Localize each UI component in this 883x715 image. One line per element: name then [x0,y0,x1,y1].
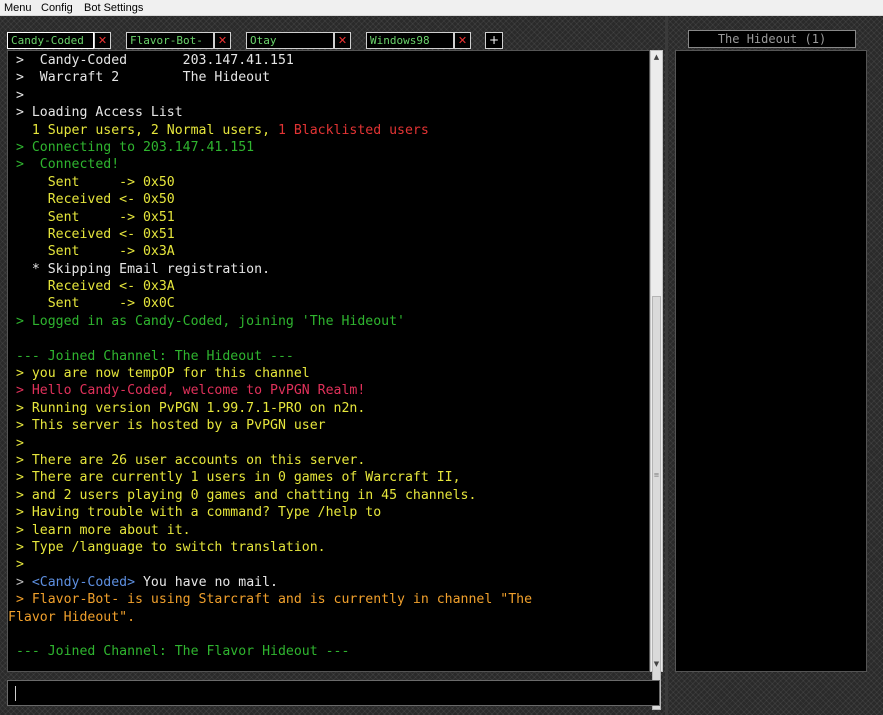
chat-segment: > Type /language to switch translation. [8,539,326,555]
chat-line: > Having trouble with a command? Type /h… [8,504,649,521]
chat-line: > Connected! [8,156,649,173]
chat-line: 1 Super users, 2 Normal users, 1 Blackli… [8,122,649,139]
chat-line: > There are currently 1 users in 0 games… [8,469,649,486]
chat-segment: <Candy-Coded> [31,574,136,590]
text-caret [15,686,16,701]
scroll-down-icon[interactable]: ▼ [651,658,662,671]
chat-segment: > Having trouble with a command? Type /h… [8,505,382,521]
chat-line: Sent -> 0x3A [8,243,649,260]
user-list[interactable] [675,50,867,672]
chat-line: Sent -> 0x50 [8,174,649,191]
chat-segment: Sent -> 0x0C [8,296,175,312]
chat-segment: > and 2 users playing 0 games and chatti… [8,487,477,503]
chat-segment: Sent -> 0x50 [8,174,175,190]
chat-segment: > Logged in as Candy-Coded, joining 'The… [8,313,405,329]
chat-segment: --- Joined Channel: The Hideout --- [8,348,294,364]
chat-segment: You have no mail. [135,574,278,590]
chat-segment: > There are currently 1 users in 0 games… [8,470,461,486]
chat-line: > Hello Candy-Coded, welcome to PvPGN Re… [8,382,649,399]
chat-line: * Skipping Email registration. [8,261,649,278]
chat-segment: Received <- 0x51 [8,226,175,242]
message-input[interactable] [7,680,660,706]
chat-line: > There are 26 user accounts on this ser… [8,452,649,469]
close-icon[interactable]: ✕ [334,32,351,49]
chat-log[interactable]: > Candy-Coded 203.147.41.151 > Warcraft … [7,50,650,672]
chat-segment: > [8,435,24,451]
chat-line: > [8,435,649,452]
chat-scrollbar[interactable]: ▲ ≡ ▼ [650,50,663,710]
chat-segment: 1 Super users, 2 Normal users, [8,122,278,138]
chat-line: > Flavor-Bot- is using Starcraft and is … [8,591,649,608]
chat-segment: Sent -> 0x3A [8,244,175,260]
chat-segment: --- Joined Channel: The Flavor Hideout -… [8,644,350,660]
chat-line: > Warcraft 2 The Hideout [8,69,649,86]
chat-line: > Connecting to 203.147.41.151 [8,139,649,156]
chat-segment: > [8,87,24,103]
close-icon[interactable]: ✕ [214,32,231,49]
chat-line: > <Candy-Coded> You have no mail. [8,574,649,591]
chat-line: > learn more about it. [8,522,649,539]
chat-segment: > Hello Candy-Coded, welcome to PvPGN Re… [8,383,366,399]
scroll-up-icon[interactable]: ▲ [651,51,662,64]
chat-line: > and 2 users playing 0 games and chatti… [8,487,649,504]
chat-segment: > This server is hosted by a PvPGN user [8,418,326,434]
pane-divider[interactable] [665,16,668,715]
scrollbar-thumb[interactable]: ≡ [652,296,661,710]
add-tab-button[interactable]: + [485,32,503,49]
menu-item-menu[interactable]: Menu [4,2,32,14]
chat-line: > [8,556,649,573]
chat-segment: > learn more about it. [8,522,191,538]
menu-item-config[interactable]: Config [41,2,73,14]
chat-segment: > Flavor-Bot- is using Starcraft and is … [8,592,533,608]
channel-tab[interactable]: The Hideout (1) [688,30,856,48]
chat-segment: > Candy-Coded 203.147.41.151 [8,53,294,68]
chat-line: > Type /language to switch translation. [8,539,649,556]
chat-segment: * Skipping Email registration. [8,261,271,277]
tab-otay[interactable]: Otay [246,32,334,49]
chat-line [8,330,649,347]
chat-segment: > Connecting to 203.147.41.151 [8,139,255,155]
chat-segment: > Running version PvPGN 1.99.7.1-PRO on … [8,400,366,416]
chat-line: Received <- 0x51 [8,226,649,243]
menu-item-bot-settings[interactable]: Bot Settings [84,2,143,14]
chat-segment: 1 Blacklisted users [277,122,429,138]
chat-line: --- Joined Channel: The Flavor Hideout -… [8,643,649,660]
chat-line: > Logged in as Candy-Coded, joining 'The… [8,313,649,330]
chat-line: Sent -> 0x51 [8,209,649,226]
chat-line: > [8,87,649,104]
chat-line: Received <- 0x3A [8,278,649,295]
chat-segment: Flavor Hideout". [8,609,136,625]
chat-line: > you are now tempOP for this channel [8,365,649,382]
chat-line: > This server is hosted by a PvPGN user [8,417,649,434]
chat-segment: > There are 26 user accounts on this ser… [8,452,366,468]
chat-line [8,626,649,643]
chat-segment: Sent -> 0x51 [8,209,175,225]
chat-segment: > [8,557,24,573]
chat-segment: Received <- 0x50 [8,192,175,208]
grip-icon: ≡ [653,471,660,479]
chat-segment: > Loading Access List [8,105,183,121]
chat-segment: Received <- 0x3A [8,279,175,295]
chat-line: --- Joined Channel: The Hideout --- [8,348,649,365]
chat-line: Received <- 0x50 [8,191,649,208]
tab-windows98[interactable]: Windows98 [366,32,454,49]
chat-line: > Loading Access List [8,104,649,121]
chat-segment: > [8,574,32,590]
tab-flavor-bot[interactable]: Flavor-Bot- [126,32,214,49]
chat-segment: > Connected! [8,157,120,173]
close-icon[interactable]: ✕ [94,32,111,49]
tab-candy-coded[interactable]: Candy-Coded [7,32,94,49]
chat-line: Flavor Hideout". [8,609,649,626]
chat-line: Sent -> 0x0C [8,295,649,312]
chat-segment: > Warcraft 2 The Hideout [8,70,271,86]
close-icon[interactable]: ✕ [454,32,471,49]
chat-segment: > you are now tempOP for this channel [8,366,310,382]
chat-line: > Candy-Coded 203.147.41.151 [8,52,649,69]
menu-bar: Menu Config Bot Settings [0,0,883,16]
chat-line: > Running version PvPGN 1.99.7.1-PRO on … [8,400,649,417]
